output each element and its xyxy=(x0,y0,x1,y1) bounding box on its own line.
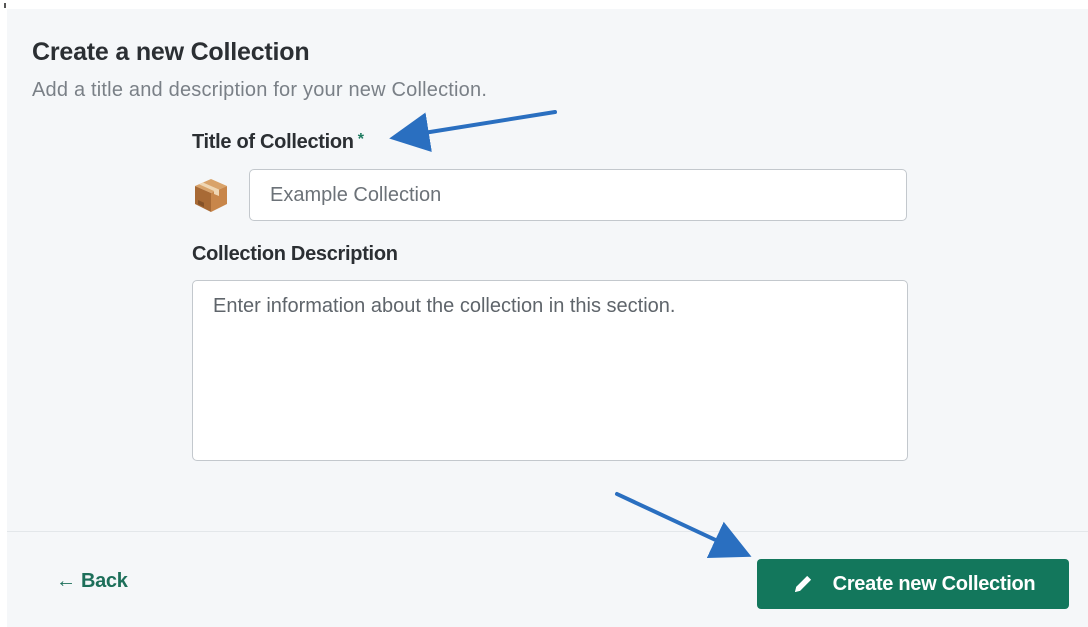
package-box-icon xyxy=(195,179,227,212)
dialog-subtitle: Add a title and description for your new… xyxy=(32,79,488,101)
create-collection-button[interactable]: Create new Collection xyxy=(757,559,1069,609)
description-field-label: Collection Description xyxy=(192,243,398,265)
corner-mark xyxy=(4,3,6,8)
title-field-label-text: Title of Collection xyxy=(192,131,354,153)
collection-title-input[interactable] xyxy=(249,169,907,221)
collection-description-textarea[interactable] xyxy=(192,280,908,461)
required-marker: * xyxy=(357,131,364,148)
create-collection-button-label: Create new Collection xyxy=(832,572,1036,595)
back-link[interactable]: ← Back xyxy=(56,570,128,593)
dialog-title: Create a new Collection xyxy=(32,38,310,66)
create-collection-dialog: Create a new Collection Add a title and … xyxy=(0,0,1088,627)
pencil-icon xyxy=(794,575,811,592)
title-field-label: Title of Collection * xyxy=(192,131,364,154)
